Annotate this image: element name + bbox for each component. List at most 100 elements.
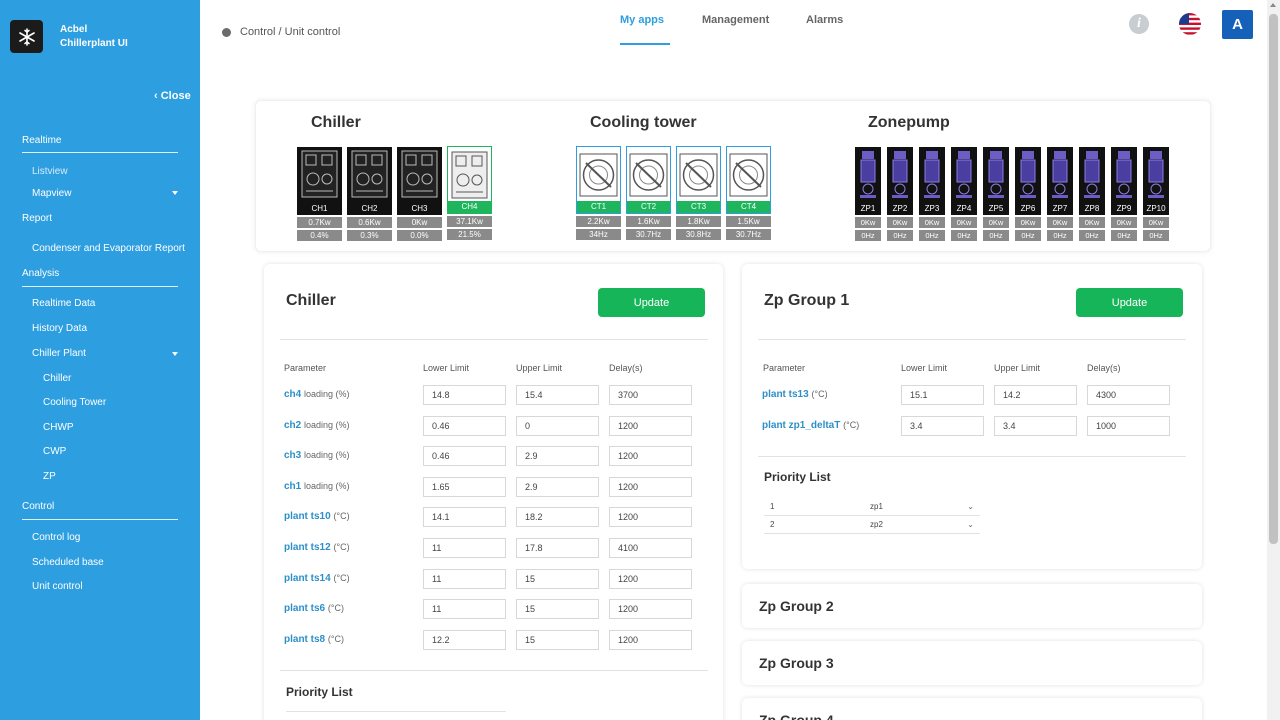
lower-limit-input[interactable]: 3.4 [901, 415, 984, 436]
close-sidebar-button[interactable]: ‹ Close [154, 90, 191, 102]
chiller-unit[interactable]: CH2 0.6Kw 0.3% [347, 146, 392, 241]
pump-image-icon[interactable]: ZP9 [1111, 147, 1137, 215]
sidebar-item-zp[interactable]: ZP [43, 471, 56, 482]
chiller-image-icon[interactable]: CH4 [447, 146, 492, 214]
zone-pump-unit[interactable]: ZP8 0Kw 0Hz [1079, 146, 1105, 241]
zone-pump-unit[interactable]: ZP10 0Kw 0Hz [1143, 146, 1169, 241]
tab-management[interactable]: Management [702, 14, 769, 26]
cooling-tower-fan-icon[interactable]: CT2 [626, 146, 671, 214]
chiller-unit[interactable]: CH1 0.7Kw 0.4% [297, 146, 342, 241]
cooling-tower-fan-icon[interactable]: CT3 [676, 146, 721, 214]
update-button[interactable]: Update [1076, 288, 1183, 317]
sidebar-item-unit-control[interactable]: Unit control [32, 581, 83, 592]
delay-input[interactable]: 1200 [609, 568, 692, 589]
pump-image-icon[interactable]: ZP7 [1047, 147, 1073, 215]
delay-input[interactable]: 3700 [609, 385, 692, 405]
sidebar-section-report[interactable]: Report [22, 213, 52, 224]
delay-input[interactable]: 4100 [609, 538, 692, 558]
pump-image-icon[interactable]: ZP4 [951, 147, 977, 215]
sidebar-item-chwp[interactable]: CHWP [43, 422, 74, 433]
upper-limit-input[interactable]: 15 [516, 599, 599, 620]
lower-limit-input[interactable]: 11 [423, 538, 506, 558]
zone-pump-unit[interactable]: ZP1 0Kw 0Hz [855, 146, 881, 241]
delay-input[interactable]: 1200 [609, 446, 692, 467]
delay-input[interactable]: 1200 [609, 629, 692, 650]
tab-alarms[interactable]: Alarms [806, 14, 843, 26]
sidebar-section-analysis[interactable]: Analysis [22, 268, 59, 279]
sidebar-item-mapview[interactable]: Mapview [32, 188, 71, 199]
lower-limit-input[interactable]: 14.1 [423, 507, 506, 528]
delay-input[interactable]: 1200 [609, 476, 692, 497]
cooling-tower-unit[interactable]: CT4 1.5Kw 30.7Hz [726, 146, 771, 240]
scroll-thumb[interactable] [1269, 14, 1278, 544]
cooling-tower-unit[interactable]: CT3 1.8Kw 30.8Hz [676, 146, 721, 240]
upper-limit-input[interactable]: 17.8 [516, 538, 599, 558]
lower-limit-input[interactable]: 14.8 [423, 385, 506, 405]
sidebar-section-control[interactable]: Control [22, 501, 54, 512]
info-icon[interactable]: i [1129, 14, 1149, 34]
cooling-tower-fan-icon[interactable]: CT4 [726, 146, 771, 214]
zone-pump-unit[interactable]: ZP7 0Kw 0Hz [1047, 146, 1073, 241]
lower-limit-input[interactable]: 1.65 [423, 476, 506, 497]
pump-image-icon[interactable]: ZP6 [1015, 147, 1041, 215]
pump-image-icon[interactable]: ZP8 [1079, 147, 1105, 215]
chevron-down-icon[interactable] [172, 352, 178, 356]
upper-limit-input[interactable]: 15 [516, 629, 599, 650]
zone-pump-unit[interactable]: ZP3 0Kw 0Hz [919, 146, 945, 241]
lower-limit-input[interactable]: 15.1 [901, 385, 984, 405]
upper-limit-input[interactable]: 15 [516, 568, 599, 589]
pump-image-icon[interactable]: ZP3 [919, 147, 945, 215]
sidebar-item-condenser-report[interactable]: Condenser and Evaporator Report [32, 243, 185, 254]
sidebar-item-history-data[interactable]: History Data [32, 323, 87, 334]
chiller-image-icon[interactable]: CH3 [397, 147, 442, 215]
delay-input[interactable]: 1200 [609, 415, 692, 436]
delay-input[interactable]: 1000 [1087, 415, 1170, 436]
sidebar-item-scheduled-base[interactable]: Scheduled base [32, 557, 104, 568]
lower-limit-input[interactable]: 12.2 [423, 629, 506, 650]
upper-limit-input[interactable]: 14.2 [994, 385, 1077, 405]
priority-select-value[interactable]: zp2 [870, 520, 883, 529]
cooling-tower-fan-icon[interactable]: CT1 [576, 146, 621, 214]
zone-pump-unit[interactable]: ZP2 0Kw 0Hz [887, 146, 913, 241]
priority-list-item[interactable]: 1 zp1 ⌄ [764, 498, 980, 516]
sidebar-item-control-log[interactable]: Control log [32, 532, 80, 543]
chevron-down-icon[interactable] [172, 191, 178, 195]
sidebar-item-cooling-tower[interactable]: Cooling Tower [43, 397, 106, 408]
sidebar-item-chiller[interactable]: Chiller [43, 373, 71, 384]
chiller-image-icon[interactable]: CH2 [347, 147, 392, 215]
cooling-tower-unit[interactable]: CT2 1.6Kw 30.7Hz [626, 146, 671, 240]
zp-group-4-panel[interactable]: Zp Group 4 [742, 698, 1202, 720]
upper-limit-input[interactable]: 0 [516, 415, 599, 436]
cooling-tower-unit[interactable]: CT1 2.2Kw 34Hz [576, 146, 621, 240]
upper-limit-input[interactable]: 3.4 [994, 415, 1077, 436]
upper-limit-input[interactable]: 2.9 [516, 446, 599, 467]
page-scrollbar[interactable] [1267, 0, 1280, 720]
lower-limit-input[interactable]: 0.46 [423, 415, 506, 436]
upper-limit-input[interactable]: 15.4 [516, 385, 599, 405]
delay-input[interactable]: 1200 [609, 507, 692, 528]
lower-limit-input[interactable]: 0.46 [423, 446, 506, 467]
chiller-unit[interactable]: CH3 0Kw 0.0% [397, 146, 442, 241]
lower-limit-input[interactable]: 11 [423, 599, 506, 620]
us-flag-icon[interactable] [1179, 13, 1201, 35]
chevron-down-icon[interactable]: ⌄ [967, 502, 974, 511]
delay-input[interactable]: 4300 [1087, 385, 1170, 405]
sidebar-item-chiller-plant[interactable]: Chiller Plant [32, 348, 86, 359]
zp-group-3-panel[interactable]: Zp Group 3 [742, 641, 1202, 685]
priority-select-value[interactable]: zp1 [870, 502, 883, 511]
lower-limit-input[interactable]: 11 [423, 568, 506, 589]
tab-my-apps[interactable]: My apps [620, 14, 664, 26]
zone-pump-unit[interactable]: ZP6 0Kw 0Hz [1015, 146, 1041, 241]
chevron-down-icon[interactable]: ⌄ [967, 520, 974, 529]
pump-image-icon[interactable]: ZP10 [1143, 147, 1169, 215]
pump-image-icon[interactable]: ZP1 [855, 147, 881, 215]
chiller-image-icon[interactable]: CH1 [297, 147, 342, 215]
pump-image-icon[interactable]: ZP5 [983, 147, 1009, 215]
upper-limit-input[interactable]: 2.9 [516, 476, 599, 497]
sidebar-item-cwp[interactable]: CWP [43, 446, 66, 457]
chiller-unit[interactable]: CH4 37.1Kw 21.5% [447, 146, 492, 240]
zone-pump-unit[interactable]: ZP9 0Kw 0Hz [1111, 146, 1137, 241]
pump-image-icon[interactable]: ZP2 [887, 147, 913, 215]
delay-input[interactable]: 1200 [609, 599, 692, 620]
zp-group-2-panel[interactable]: Zp Group 2 [742, 584, 1202, 628]
